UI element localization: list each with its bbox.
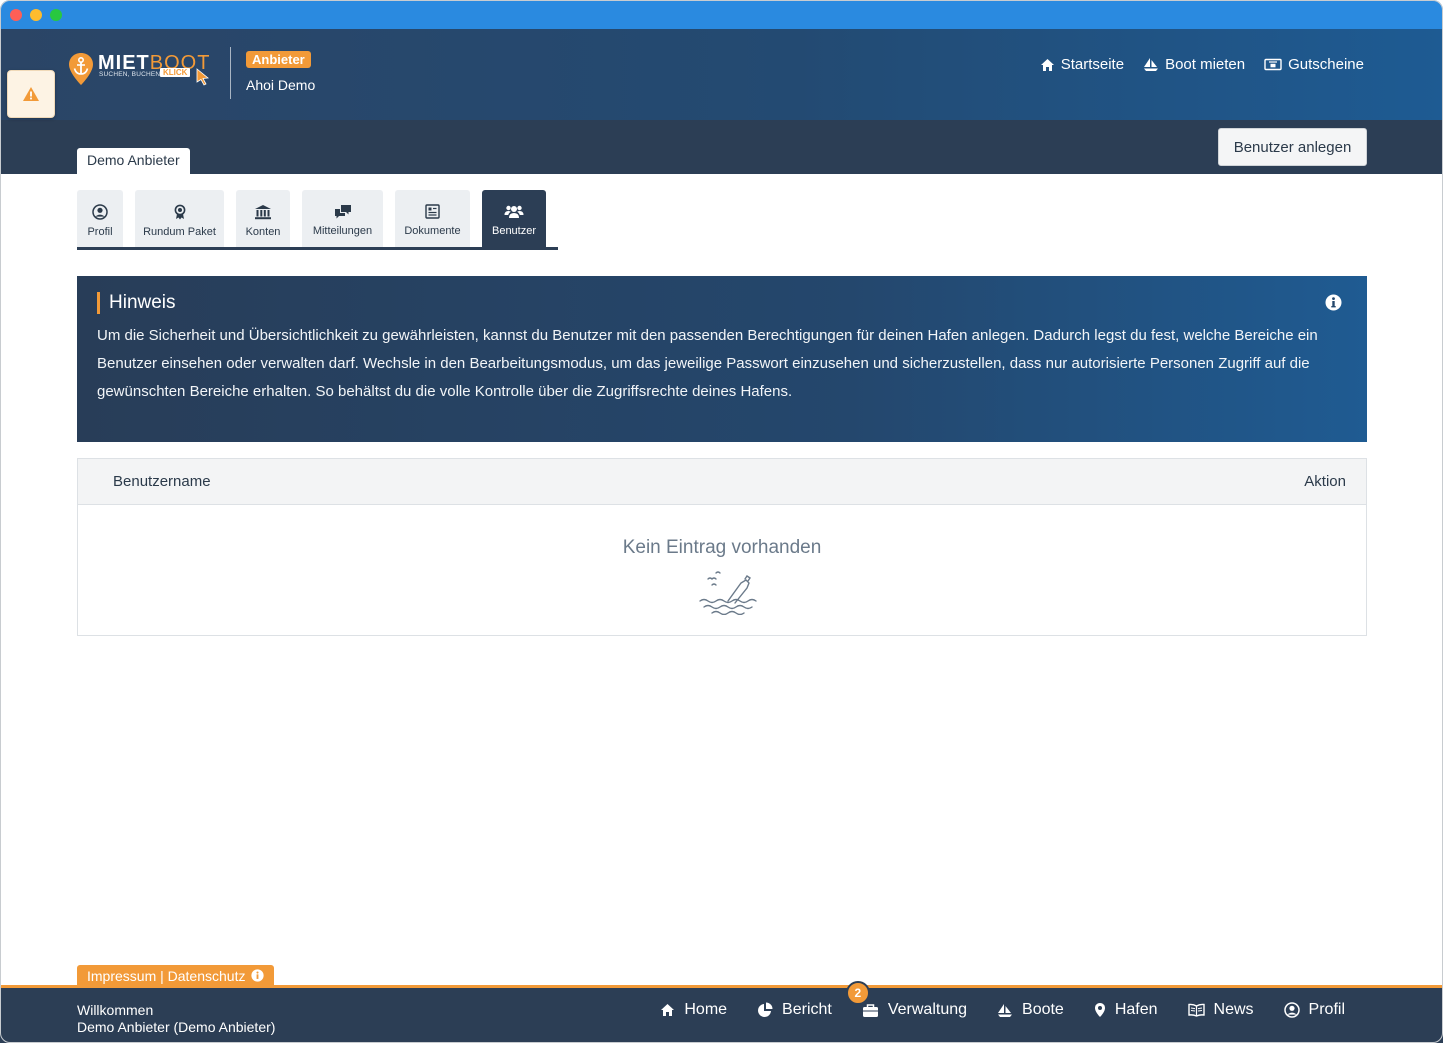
sailboat-icon [1144, 58, 1159, 71]
tab-label: Konten [245, 226, 281, 238]
tab-label: Rundum Paket [143, 226, 216, 238]
anchor-pin-icon [69, 53, 93, 85]
tab-label: Mitteilungen [312, 225, 373, 237]
section-tabs: Profil Rundum Paket Konten Mitteilungen … [77, 190, 558, 250]
warning-icon [23, 87, 39, 101]
bottom-nav-label: Home [684, 1001, 728, 1018]
bottom-nav-label: Profil [1308, 1001, 1345, 1018]
bottom-nav-news[interactable]: News [1173, 1001, 1269, 1019]
impressum-link[interactable]: Impressum | Datenschutz [77, 965, 275, 986]
home-icon [1040, 58, 1054, 71]
tab-konten[interactable]: Konten [236, 190, 290, 247]
topnav-gutscheine[interactable]: Gutscheine [1264, 56, 1364, 73]
notice-panel: Hinweis Um die Sicherheit und Übersichtl… [77, 276, 1367, 442]
column-header-username[interactable]: Benutzername [113, 473, 211, 490]
topnav-label: Gutscheine [1288, 56, 1364, 73]
bottle-message-icon [699, 571, 757, 615]
comments-icon [334, 205, 351, 219]
logo-klick: KLICK [160, 68, 191, 77]
home-icon [661, 1004, 675, 1016]
warning-button[interactable] [7, 70, 55, 118]
minimize-window-button[interactable] [30, 9, 42, 21]
pie-chart-icon [758, 1002, 773, 1017]
users-table: Benutzername Aktion Kein Eintrag vorhand… [77, 458, 1367, 636]
window-titlebar [0, 0, 1443, 29]
tab-benutzer[interactable]: Benutzer [482, 190, 546, 247]
tab-label: Profil [87, 226, 113, 238]
welcome-user: Demo Anbieter (Demo Anbieter) [77, 1019, 276, 1035]
maximize-window-button[interactable] [50, 9, 62, 21]
map-pin-icon [1094, 1003, 1105, 1017]
briefcase-icon [862, 1003, 878, 1017]
tab-rundum-paket[interactable]: Rundum Paket [135, 190, 224, 247]
header-divider [230, 47, 231, 99]
table-header: Benutzername Aktion [78, 459, 1366, 505]
notice-title: Hinweis [97, 292, 176, 314]
mietboot-logo[interactable]: MIETBOOT SUCHEN, BUCHEN KLICK [68, 50, 216, 90]
user-circle-icon [92, 204, 108, 220]
top-navigation: Startseite Boot mieten Gutscheine [1040, 56, 1364, 73]
bottom-nav-label: Boote [1022, 1001, 1064, 1018]
bottom-navigation: Home Bericht 2 Verwaltung Boote Hafen Ne… [645, 981, 1360, 1019]
tab-dokumente[interactable]: Dokumente [395, 190, 470, 247]
provider-tab[interactable]: Demo Anbieter [77, 148, 190, 174]
empty-state-text: Kein Eintrag vorhanden [622, 537, 822, 558]
bottom-nav-home[interactable]: Home [645, 1001, 742, 1019]
cursor-icon [196, 68, 210, 86]
sailboat-icon [998, 1003, 1013, 1017]
user-circle-icon [1283, 1002, 1300, 1018]
role-badge: Anbieter [246, 51, 311, 68]
topnav-label: Startseite [1060, 56, 1125, 73]
notice-text: Um die Sicherheit und Übersichtlichkeit … [97, 327, 1318, 400]
logo-tagline: SUCHEN, BUCHEN [99, 71, 161, 78]
document-icon [425, 204, 440, 219]
bottom-bar: Willkommen Demo Anbieter (Demo Anbieter)… [0, 981, 1443, 1043]
impressum-label: Impressum | Datenschutz [87, 967, 246, 984]
tab-mitteilungen[interactable]: Mitteilungen [302, 190, 383, 247]
book-icon [1187, 1003, 1205, 1017]
bottom-nav-hafen[interactable]: Hafen [1079, 1001, 1173, 1019]
voucher-icon [1264, 58, 1282, 71]
welcome-text: Willkommen Demo Anbieter (Demo Anbieter) [77, 1002, 275, 1036]
close-window-button[interactable] [10, 9, 22, 21]
bottom-nav-profil[interactable]: Profil [1269, 1001, 1360, 1019]
bottom-nav-label: Hafen [1114, 1001, 1158, 1018]
info-icon[interactable] [1325, 294, 1342, 311]
info-icon [251, 969, 265, 982]
tab-label: Dokumente [404, 225, 461, 237]
bottom-nav-label: Bericht [782, 1001, 832, 1018]
create-user-button[interactable]: Benutzer anlegen [1218, 128, 1367, 166]
notification-badge: 2 [845, 981, 870, 1005]
bottom-nav-label: Verwaltung [887, 1001, 968, 1018]
topnav-boot-mieten[interactable]: Boot mieten [1143, 56, 1245, 73]
bottom-nav-verwaltung[interactable]: 2 Verwaltung [845, 981, 982, 1019]
users-icon [504, 205, 524, 218]
bottom-nav-bericht[interactable]: Bericht [742, 1001, 847, 1019]
column-header-action: Aktion [1304, 473, 1346, 490]
bottom-nav-boote[interactable]: Boote [982, 1001, 1079, 1019]
tab-label: Benutzer [491, 225, 537, 237]
welcome-line: Willkommen [77, 1002, 154, 1018]
bank-icon [255, 205, 271, 220]
topnav-label: Boot mieten [1165, 56, 1246, 73]
company-name: Ahoi Demo [246, 77, 316, 93]
topnav-startseite[interactable]: Startseite [1040, 56, 1124, 73]
award-icon [174, 204, 185, 220]
bottom-nav-label: News [1213, 1001, 1254, 1018]
site-header [0, 29, 1443, 120]
tab-profil[interactable]: Profil [77, 190, 123, 247]
